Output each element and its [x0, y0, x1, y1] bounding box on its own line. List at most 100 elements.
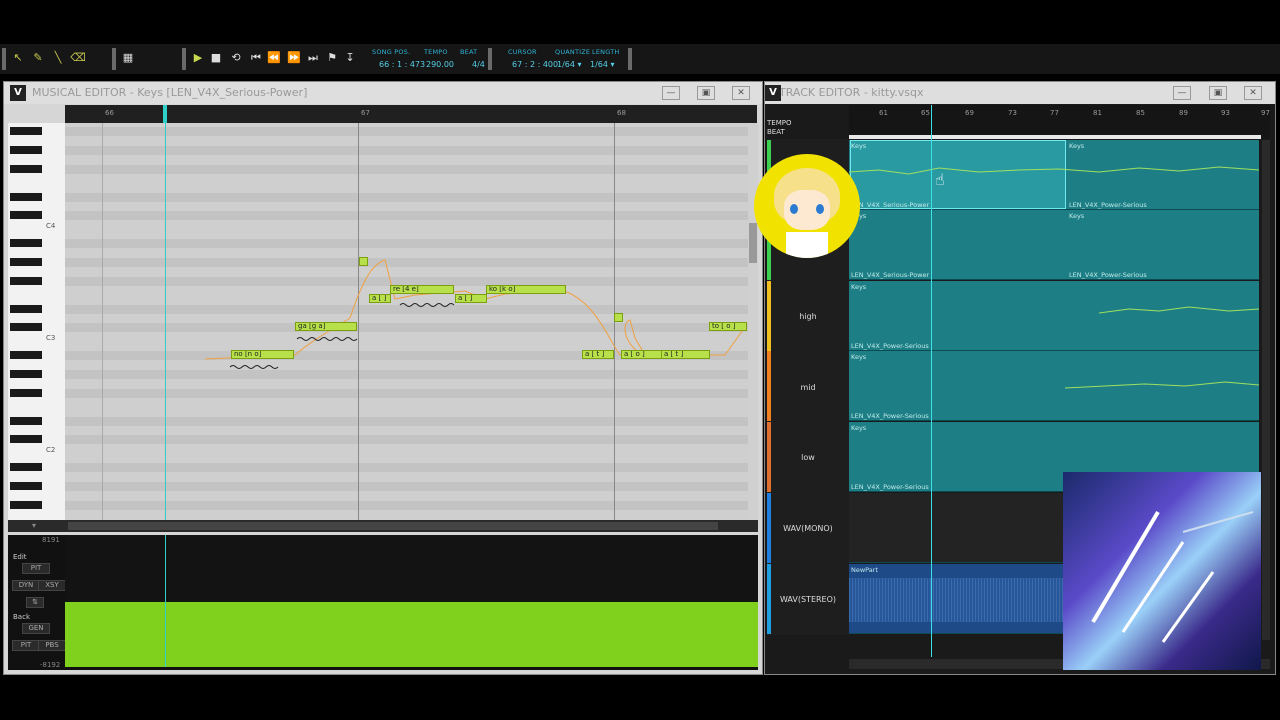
scroll-thumb[interactable]: [68, 522, 718, 530]
musical-editor-title: MUSICAL EDITOR - Keys [LEN_V4X_Serious-P…: [32, 86, 308, 99]
scroll-thumb[interactable]: [749, 223, 757, 263]
forward-end-icon[interactable]: ⏭: [305, 50, 321, 66]
ruler-measure: 73: [1008, 109, 1017, 117]
line-tool-icon[interactable]: ╲: [50, 50, 66, 66]
grid-icon[interactable]: ▦: [120, 50, 136, 66]
part-name: Keys: [1069, 142, 1085, 150]
black-key[interactable]: [10, 482, 42, 490]
song-pos-value[interactable]: 66 : 1 : 473: [379, 60, 425, 69]
toolbar-grip[interactable]: [2, 48, 6, 70]
black-key[interactable]: [10, 239, 42, 247]
black-key[interactable]: [10, 277, 42, 285]
close-icon[interactable]: ✕: [732, 86, 750, 100]
note[interactable]: no [n o]: [231, 350, 294, 359]
loop-region-bar[interactable]: [849, 135, 1261, 139]
vocal-track[interactable]: Keys Keys LEN_V4X_Serious-Power LEN_V4X_…: [849, 210, 1259, 280]
note[interactable]: a [ ]: [455, 294, 487, 303]
black-key[interactable]: [10, 389, 42, 397]
ruler-measure: 77: [1050, 109, 1059, 117]
marker-icon[interactable]: ⚑: [324, 50, 340, 66]
arrow-tool-icon[interactable]: ↖: [10, 50, 26, 66]
edit-label: Edit: [13, 553, 27, 561]
maximize-icon[interactable]: ▣: [697, 86, 715, 100]
note[interactable]: a [ o ]: [621, 350, 662, 359]
track-editor-ruler[interactable]: 61 65 69 73 77 81 85 89 93 97: [849, 105, 1270, 139]
swap-icon[interactable]: ⇅: [26, 597, 44, 608]
piano-keyboard[interactable]: C4 C3 C2: [8, 123, 65, 520]
edit-pit-select[interactable]: PIT: [22, 563, 50, 574]
note[interactable]: re [4 e]: [390, 285, 454, 294]
track-name-wav-mono: WAV(MONO): [783, 524, 833, 533]
piano-roll-grid[interactable]: no [n o] ga [g a] a [ ] re [4 e] a [ ] k…: [65, 123, 748, 520]
close-icon[interactable]: ✕: [1244, 86, 1262, 100]
rewind-icon[interactable]: ⏪: [266, 50, 282, 66]
vocaloid-logo-icon: V: [765, 85, 781, 101]
control-graph-upper[interactable]: [65, 535, 758, 602]
pit-button[interactable]: PIT: [12, 640, 40, 651]
pitch-value-area[interactable]: [65, 602, 758, 667]
black-key[interactable]: [10, 323, 42, 331]
artwork-strokes: [1091, 510, 1254, 643]
black-key[interactable]: [10, 305, 42, 313]
black-key[interactable]: [10, 435, 42, 443]
musical-editor-titlebar[interactable]: V MUSICAL EDITOR - Keys [LEN_V4X_Serious…: [4, 82, 762, 104]
track-editor-titlebar[interactable]: V TRACK EDITOR - kitty.vsqx — ▣ ✕: [765, 82, 1275, 104]
length-select[interactable]: 1/64 ▾: [590, 60, 615, 69]
eraser-tool-icon[interactable]: ⌫: [70, 50, 86, 66]
pencil-tool-icon[interactable]: ✎: [30, 50, 46, 66]
black-key[interactable]: [10, 463, 42, 471]
loop-icon[interactable]: ⟲: [228, 50, 244, 66]
horizontal-scrollbar[interactable]: ▾: [8, 520, 758, 532]
black-key[interactable]: [10, 193, 42, 201]
pitch-handle[interactable]: [614, 313, 623, 322]
back-gen-select[interactable]: GEN: [22, 623, 50, 634]
rewind-start-icon[interactable]: ⏮: [248, 50, 264, 66]
black-key[interactable]: [10, 370, 42, 378]
note[interactable]: a [ t ]: [661, 350, 710, 359]
maximize-icon[interactable]: ▣: [1209, 86, 1227, 100]
black-key[interactable]: [10, 211, 42, 219]
minimize-icon[interactable]: —: [1173, 86, 1191, 100]
beat-value[interactable]: 4/4: [472, 60, 485, 69]
black-key[interactable]: [10, 351, 42, 359]
vocal-track[interactable]: Keys LEN_V4X_Power-Serious: [849, 351, 1259, 421]
part-name: NewPart: [851, 566, 879, 574]
play-icon[interactable]: ▶: [190, 50, 206, 66]
note[interactable]: ko [k o]: [486, 285, 566, 294]
part-note-preview: [849, 166, 1259, 175]
note[interactable]: a [ ]: [369, 294, 391, 303]
xsy-button[interactable]: XSY: [38, 580, 66, 591]
black-key[interactable]: [10, 127, 42, 135]
playhead-line: [165, 535, 166, 602]
track-editor-title: TRACK EDITOR - kitty.vsqx: [779, 86, 924, 99]
chevron-down-icon[interactable]: ▾: [32, 522, 42, 530]
minimize-icon[interactable]: —: [662, 86, 680, 100]
control-max-value: 8191: [42, 536, 60, 544]
black-key[interactable]: [10, 146, 42, 154]
black-key[interactable]: [10, 258, 42, 266]
vocal-track[interactable]: Keys LEN_V4X_Power-Serious: [849, 281, 1259, 351]
black-key[interactable]: [10, 165, 42, 173]
stop-icon[interactable]: ■: [208, 50, 224, 66]
playhead-marker[interactable]: [163, 105, 167, 123]
musical-editor-ruler[interactable]: 66 67 68: [65, 105, 757, 123]
note[interactable]: a [ t ]: [582, 350, 614, 359]
note[interactable]: ga [g a]: [295, 322, 357, 331]
beat-label: BEAT: [460, 48, 478, 56]
pbs-button[interactable]: PBS: [38, 640, 66, 651]
pitch-handle[interactable]: [359, 257, 368, 266]
tempo-label: TEMPO: [424, 48, 448, 56]
forward-icon[interactable]: ⏩: [286, 50, 302, 66]
vertical-scrollbar[interactable]: [1262, 140, 1270, 640]
dyn-button[interactable]: DYN: [12, 580, 40, 591]
quantize-select[interactable]: 1/64 ▾: [557, 60, 582, 69]
black-key[interactable]: [10, 417, 42, 425]
black-key[interactable]: [10, 501, 42, 509]
auto-scroll-icon[interactable]: ↧: [342, 50, 358, 66]
track-name-mid: mid: [800, 383, 816, 392]
tempo-value[interactable]: 290.00: [426, 60, 454, 69]
vocal-track[interactable]: Keys Keys LEN_V4X_Serious-Power LEN_V4X_…: [849, 140, 1259, 210]
note[interactable]: to [ o ]: [709, 322, 747, 331]
vertical-scrollbar[interactable]: [748, 123, 758, 520]
cursor-label: CURSOR: [508, 48, 537, 56]
